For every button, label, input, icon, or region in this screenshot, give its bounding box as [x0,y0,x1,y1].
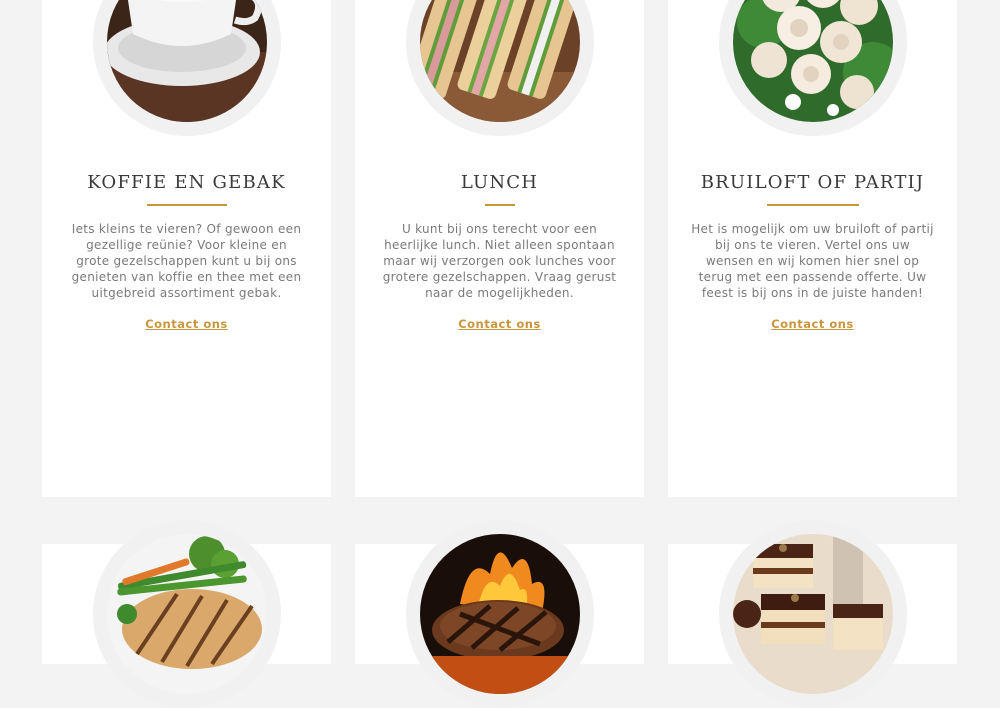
contact-link[interactable]: Contact ons [355,317,644,331]
image-frame [405,0,594,136]
service-title: LUNCH [460,172,539,193]
grilled-steak-flames-photo [419,534,580,694]
service-title: KOFFIE EN GEBAK [87,172,286,193]
service-description: U kunt bij ons terecht voor een heerlijk… [382,222,617,300]
service-card-4 [42,520,331,708]
title-underline [766,204,859,206]
service-card-6 [668,520,957,708]
service-card-lunch: LUNCH U kunt bij ons terecht voor een he… [355,0,644,497]
image-frame [92,0,281,136]
grilled-chicken-vegetables-photo [106,534,267,694]
image-frame [718,520,907,708]
service-card-bruiloft: BRUILOFT OF PARTIJ Het is mogelijk om uw… [668,0,957,497]
service-description: Iets kleins te vieren? Of gewoon een gez… [71,222,302,300]
service-description: Het is mogelijk om uw bruiloft of partij… [691,222,934,300]
title-underline [484,204,515,206]
rose-bouquet-photo [732,0,893,122]
service-card-5 [355,520,644,708]
contact-link[interactable]: Contact ons [42,317,331,331]
title-underline [146,204,227,206]
sandwiches-photo [419,0,580,122]
image-frame [92,520,281,708]
image-frame [405,520,594,708]
contact-link[interactable]: Contact ons [668,317,957,331]
service-title: BRUILOFT OF PARTIJ [700,172,925,193]
coffee-cup-photo [106,0,267,122]
service-card-koffie: KOFFIE EN GEBAK Iets kleins te vieren? O… [42,0,331,497]
image-frame [718,0,907,136]
chocolate-cakes-photo [732,534,893,694]
